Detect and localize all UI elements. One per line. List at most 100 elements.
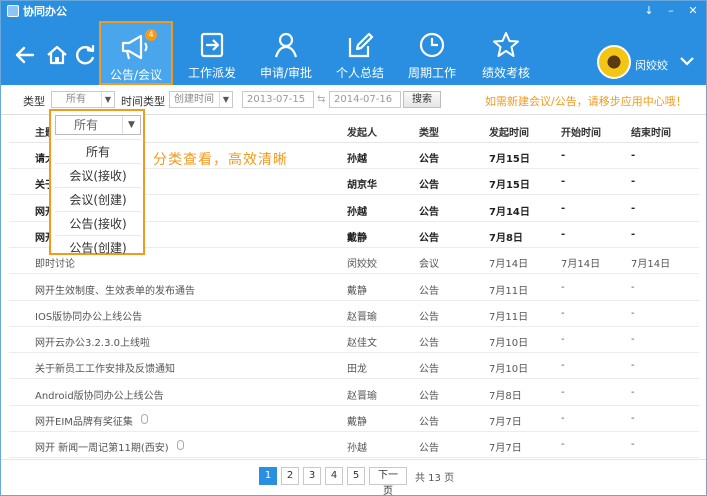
cell-start: - [561, 386, 565, 398]
page-4-button[interactable]: 4 [325, 467, 343, 485]
dropdown-option-meeting-received[interactable]: 会议(接收) [55, 163, 141, 187]
page-5-button[interactable]: 5 [347, 467, 365, 485]
table-row[interactable]: 网开 新闻一周记第11期(西安) 孙越 公告 7月7日 - - [9, 432, 699, 459]
user-name[interactable]: 闵姣姣 [635, 57, 668, 73]
cell-type: 公告 [419, 180, 439, 192]
cell-sent: 7月10日 [489, 338, 529, 350]
caret-down-icon: ▼ [219, 92, 232, 107]
dropdown-option-meeting-created[interactable]: 会议(创建) [55, 187, 141, 211]
person-icon [274, 32, 298, 58]
next-page-button[interactable]: 下一页 [369, 467, 407, 496]
cell-sent: 7月14日 [489, 206, 530, 218]
cell-end: - [631, 386, 635, 398]
assign-icon [200, 32, 224, 58]
cell-type: 公告 [419, 364, 439, 376]
feature-callout: 分类查看，高效清晰 [153, 152, 288, 168]
table-row[interactable]: Android版协同办公上线公告 赵晋瑜 公告 7月8日 - - [9, 380, 699, 406]
cell-type: 公告 [419, 311, 439, 323]
cell-start: 7月14日 [561, 259, 601, 271]
cell-type: 公告 [419, 206, 439, 218]
page-3-button[interactable]: 3 [303, 467, 321, 485]
swap-icon: ⇆ [317, 94, 326, 105]
dropdown-option-notice-created[interactable]: 公告(创建) [55, 235, 141, 259]
cell-end: - [631, 413, 635, 424]
close-icon[interactable]: ✕ [685, 3, 701, 18]
type-select[interactable]: 所有 ▼ [51, 91, 115, 108]
cell-end: - [631, 307, 635, 319]
cell-end: - [631, 150, 636, 161]
tab-personal-summary[interactable]: 个人总结 [323, 21, 397, 85]
tab-label: 绩效考核 [481, 66, 530, 80]
tab-performance[interactable]: 绩效考核 [469, 21, 543, 85]
time-type-label: 时间类型 [121, 95, 165, 108]
caret-down-icon: ▼ [122, 116, 140, 134]
tab-apply-approve[interactable]: 申请/审批 [249, 21, 323, 85]
dropdown-selected[interactable]: 所有 ▼ [55, 115, 141, 135]
cell-start: - [561, 281, 565, 293]
app-logo-icon [7, 5, 19, 17]
dropdown-selected-text: 所有 [74, 118, 99, 132]
chevron-down-icon[interactable] [679, 53, 695, 69]
date-from-input[interactable]: 2013-07-15 [242, 91, 314, 108]
cell-subject: 网开 新闻一周记第11期(西安) [35, 443, 169, 455]
search-button[interactable]: 搜索 [403, 91, 441, 108]
cell-subject: IOS版协同办公上线公告 [35, 311, 143, 323]
attachment-icon [141, 414, 148, 424]
download-icon[interactable]: ↓ [641, 3, 657, 18]
time-type-select[interactable]: 创建时间 ▼ [169, 91, 233, 108]
avatar[interactable] [597, 45, 631, 79]
page-1-button[interactable]: 1 [259, 467, 277, 485]
back-arrow-icon[interactable] [13, 43, 37, 67]
table-row[interactable]: 关于新员工工作安排及反馈通知 田龙 公告 7月10日 - - [9, 353, 699, 380]
col-sent-time[interactable]: 发起时间 [489, 124, 529, 139]
table-row[interactable]: IOS版协同办公上线公告 赵晋瑜 公告 7月11日 - - [9, 301, 699, 327]
cell-end: - [631, 281, 635, 293]
dropdown-option-all[interactable]: 所有 [55, 139, 141, 163]
cell-sender: 田龙 [347, 364, 367, 376]
cell-type: 公告 [419, 443, 439, 455]
tab-label: 周期工作 [407, 66, 456, 80]
minimize-icon[interactable]: – [663, 3, 679, 18]
unread-badge: 4 [145, 29, 157, 41]
cell-sender: 孙越 [347, 206, 367, 218]
cell-sender: 孙越 [347, 443, 367, 455]
cell-sender: 闵姣姣 [347, 259, 377, 271]
cell-sender: 胡京华 [347, 180, 377, 192]
col-type[interactable]: 类型 [419, 124, 439, 139]
dropdown-option-notice-received[interactable]: 公告(接收) [55, 211, 141, 235]
cell-sender: 赵晋瑜 [347, 311, 377, 323]
cell-sender: 孙越 [347, 154, 367, 165]
cell-sent: 7月15日 [489, 154, 530, 165]
cell-end: - [631, 334, 635, 346]
page-2-button[interactable]: 2 [281, 467, 299, 485]
cell-start: - [561, 176, 566, 188]
time-type-value: 创建时间 [174, 94, 214, 105]
refresh-icon[interactable] [73, 43, 97, 67]
table-row[interactable]: 网开EIM品牌有奖征集 戴静 公告 7月7日 - - [9, 406, 699, 432]
col-sender[interactable]: 发起人 [347, 124, 377, 139]
tab-work-assign[interactable]: 工作派发 [175, 21, 249, 85]
col-end-time[interactable]: 结束时间 [631, 124, 671, 139]
cell-end: - [631, 202, 636, 214]
table-row[interactable]: 网开云办公3.2.3.0上线啦 赵佳文 公告 7月10日 - - [9, 327, 699, 354]
cell-subject: 网开EIM品牌有奖征集 [35, 417, 133, 428]
col-start-time[interactable]: 开始时间 [561, 124, 601, 139]
create-hint: 如需新建会议/公告，请移步应用中心哦！ [485, 95, 687, 108]
cell-type: 公告 [419, 285, 439, 297]
table-row[interactable]: 网开生效制度、生效表单的发布通告 戴静 公告 7月11日 - - [9, 275, 699, 301]
tab-label: 个人总结 [335, 66, 384, 80]
cell-start: - [561, 307, 565, 319]
star-icon [493, 32, 519, 57]
type-dropdown: 所有 ▼ 所有 会议(接收) 会议(创建) 公告(接收) 公告(创建) [49, 109, 145, 255]
tab-periodic-work[interactable]: 周期工作 [395, 21, 469, 85]
cell-subject: 关于新员工工作安排及反馈通知 [35, 364, 175, 376]
tab-announcement-meeting[interactable]: 4 公告/会议 [99, 21, 173, 85]
cell-end: - [631, 228, 636, 240]
total-pages: 共 13 页 [415, 473, 455, 484]
tab-label: 工作派发 [187, 66, 236, 80]
attachment-icon [177, 440, 184, 451]
date-to-input[interactable]: 2014-07-16 [329, 91, 401, 108]
cell-sent: 7月15日 [489, 180, 530, 192]
home-icon[interactable] [45, 43, 69, 67]
cell-type: 会议 [419, 259, 439, 271]
